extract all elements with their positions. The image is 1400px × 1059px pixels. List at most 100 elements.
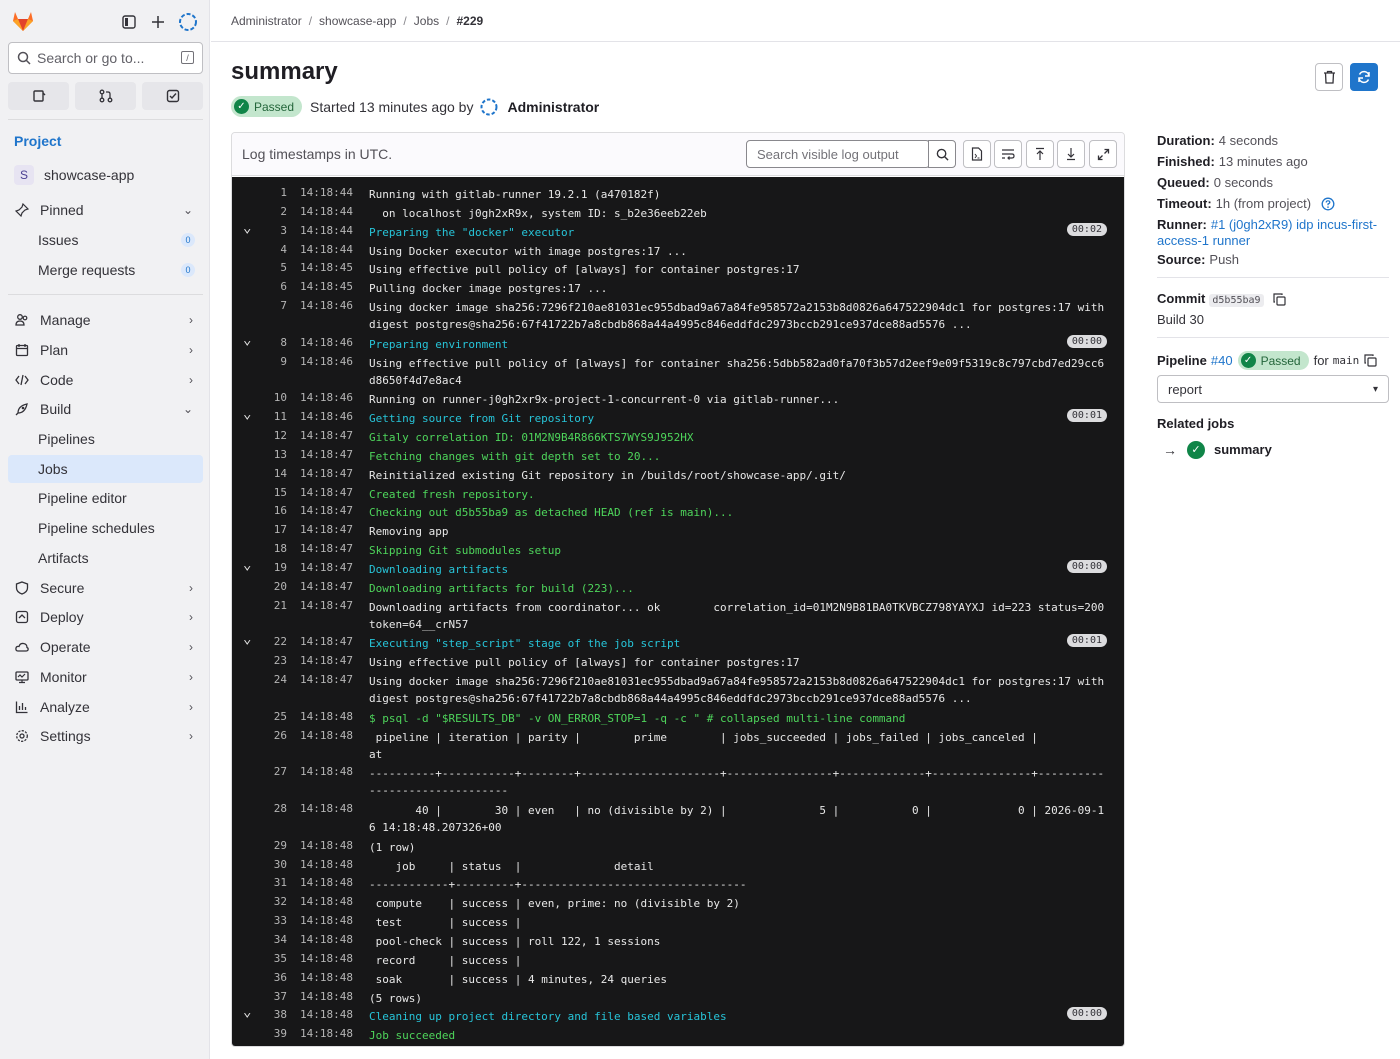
log-line-number[interactable]: 36 [262,971,287,984]
sidebar-project[interactable]: S showcase-app [8,161,203,189]
collapse-section-icon[interactable]: ⌄ [243,406,251,422]
log-line-number[interactable]: 14 [262,467,287,480]
sidebar-item-analyze[interactable]: Analyze › [8,693,203,721]
log-line-number[interactable]: 17 [262,523,287,536]
related-job-item[interactable]: → ✓ summary [1157,441,1272,459]
timeout-row: Timeout: 1h (from project) [1157,196,1335,212]
section-duration-badge: 00:00 [1066,334,1107,348]
log-line-number[interactable]: 3 [262,224,287,237]
sidebar-item-issues[interactable]: Issues 0 [8,226,203,254]
copy-icon[interactable] [1273,293,1286,306]
log-line-number[interactable]: 34 [262,933,287,946]
log-line-number[interactable]: 23 [262,654,287,667]
breadcrumb-item[interactable]: Jobs [414,14,439,28]
gitlab-logo-icon[interactable] [10,8,36,34]
sidebar-item-settings[interactable]: Settings › [8,722,203,750]
log-line-number[interactable]: 2 [262,205,287,218]
log-line-number[interactable]: 26 [262,729,287,742]
stage-dropdown[interactable]: report ▾ [1157,375,1389,403]
log-line-number[interactable]: 1 [262,186,287,199]
log-line-number[interactable]: 6 [262,280,287,293]
sidebar-item-merge-requests[interactable]: Merge requests 0 [8,256,203,284]
log-line-number[interactable]: 18 [262,542,287,555]
breadcrumb-item[interactable]: showcase-app [319,14,396,28]
log-line-number[interactable]: 24 [262,673,287,686]
log-line-number[interactable]: 33 [262,914,287,927]
todo-shortcut-icon[interactable] [142,82,203,110]
log-line-number[interactable]: 5 [262,261,287,274]
log-line-number[interactable]: 16 [262,504,287,517]
pipeline-link[interactable]: #40 [1211,353,1233,369]
question-icon[interactable] [1321,197,1335,211]
scroll-top-button[interactable] [1026,140,1054,168]
sidebar-item-code[interactable]: Code › [8,366,203,394]
search-input[interactable]: Search or go to... / [8,42,203,74]
log-line-number[interactable]: 31 [262,876,287,889]
pipeline-status-badge[interactable]: ✓ Passed [1237,351,1309,370]
sidebar-item-operate[interactable]: Operate › [8,633,203,661]
sidebar-item-pipeline-editor[interactable]: Pipeline editor [8,484,203,512]
log-line-number[interactable]: 20 [262,580,287,593]
log-line-number[interactable]: 8 [262,336,287,349]
log-line-number[interactable]: 4 [262,243,287,256]
scroll-bottom-button[interactable] [1057,140,1085,168]
chevron-right-icon: › [189,670,193,684]
log-line-number[interactable]: 22 [262,635,287,648]
log-line-number[interactable]: 13 [262,448,287,461]
sidebar-item-build[interactable]: Build ⌄ [8,395,203,423]
sidebar-item-plan[interactable]: Plan › [8,336,203,364]
avatar[interactable] [479,97,499,117]
wrap-text-button[interactable] [994,140,1022,168]
log-line-number[interactable]: 29 [262,839,287,852]
fullscreen-button[interactable] [1089,140,1117,168]
log-line-number[interactable]: 25 [262,710,287,723]
pipeline-ref-link[interactable]: main [1333,353,1360,369]
sidebar-item-jobs[interactable]: Jobs [8,455,203,483]
copy-icon[interactable] [1364,354,1377,367]
user-avatar-icon[interactable] [174,8,202,36]
log-line-number[interactable]: 7 [262,299,287,312]
breadcrumb-current[interactable]: #229 [456,14,483,28]
issues-shortcut-icon[interactable] [8,82,69,110]
log-line-number[interactable]: 21 [262,599,287,612]
breadcrumb-item[interactable]: Administrator [231,14,302,28]
log-line-number[interactable]: 9 [262,355,287,368]
user-link[interactable]: Administrator [507,99,599,115]
commit-sha-link[interactable]: d5b55ba9 [1209,294,1264,307]
collapse-section-icon[interactable]: ⌄ [243,332,251,348]
log-line-number[interactable]: 15 [262,486,287,499]
log-search-button[interactable] [928,140,956,168]
log-line-number[interactable]: 38 [262,1008,287,1021]
show-raw-button[interactable] [963,140,991,168]
erase-log-button[interactable] [1315,63,1343,91]
log-line-number[interactable]: 32 [262,895,287,908]
status-badge[interactable]: ✓ Passed [231,96,303,117]
sidebar-item-pipelines[interactable]: Pipelines [8,425,203,453]
log-line-number[interactable]: 28 [262,802,287,815]
toggle-sidebar-icon[interactable] [115,8,143,36]
create-new-icon[interactable] [144,8,172,36]
sidebar-item-artifacts[interactable]: Artifacts [8,544,203,572]
log-line-number[interactable]: 12 [262,429,287,442]
log-line-number[interactable]: 19 [262,561,287,574]
log-line-number[interactable]: 11 [262,410,287,423]
log-line-number[interactable]: 30 [262,858,287,871]
collapse-section-icon[interactable]: ⌄ [243,1004,251,1020]
sidebar-item-secure[interactable]: Secure › [8,574,203,602]
retry-job-button[interactable] [1350,63,1378,91]
log-search-input[interactable]: Search visible log output [746,140,930,168]
log-line-number[interactable]: 35 [262,952,287,965]
log-line-number[interactable]: 27 [262,765,287,778]
collapse-section-icon[interactable]: ⌄ [243,220,251,236]
collapse-section-icon[interactable]: ⌄ [243,631,251,647]
collapse-section-icon[interactable]: ⌄ [243,557,251,573]
log-line-number[interactable]: 10 [262,391,287,404]
sidebar-item-deploy[interactable]: Deploy › [8,603,203,631]
sidebar-item-manage[interactable]: Manage › [8,306,203,334]
sidebar-item-pipeline-schedules[interactable]: Pipeline schedules [8,514,203,542]
log-line-number[interactable]: 37 [262,990,287,1003]
merge-requests-shortcut-icon[interactable] [75,82,136,110]
sidebar-item-pinned[interactable]: Pinned ⌄ [8,196,203,224]
sidebar-item-monitor[interactable]: Monitor › [8,663,203,691]
log-line-number[interactable]: 39 [262,1027,287,1040]
